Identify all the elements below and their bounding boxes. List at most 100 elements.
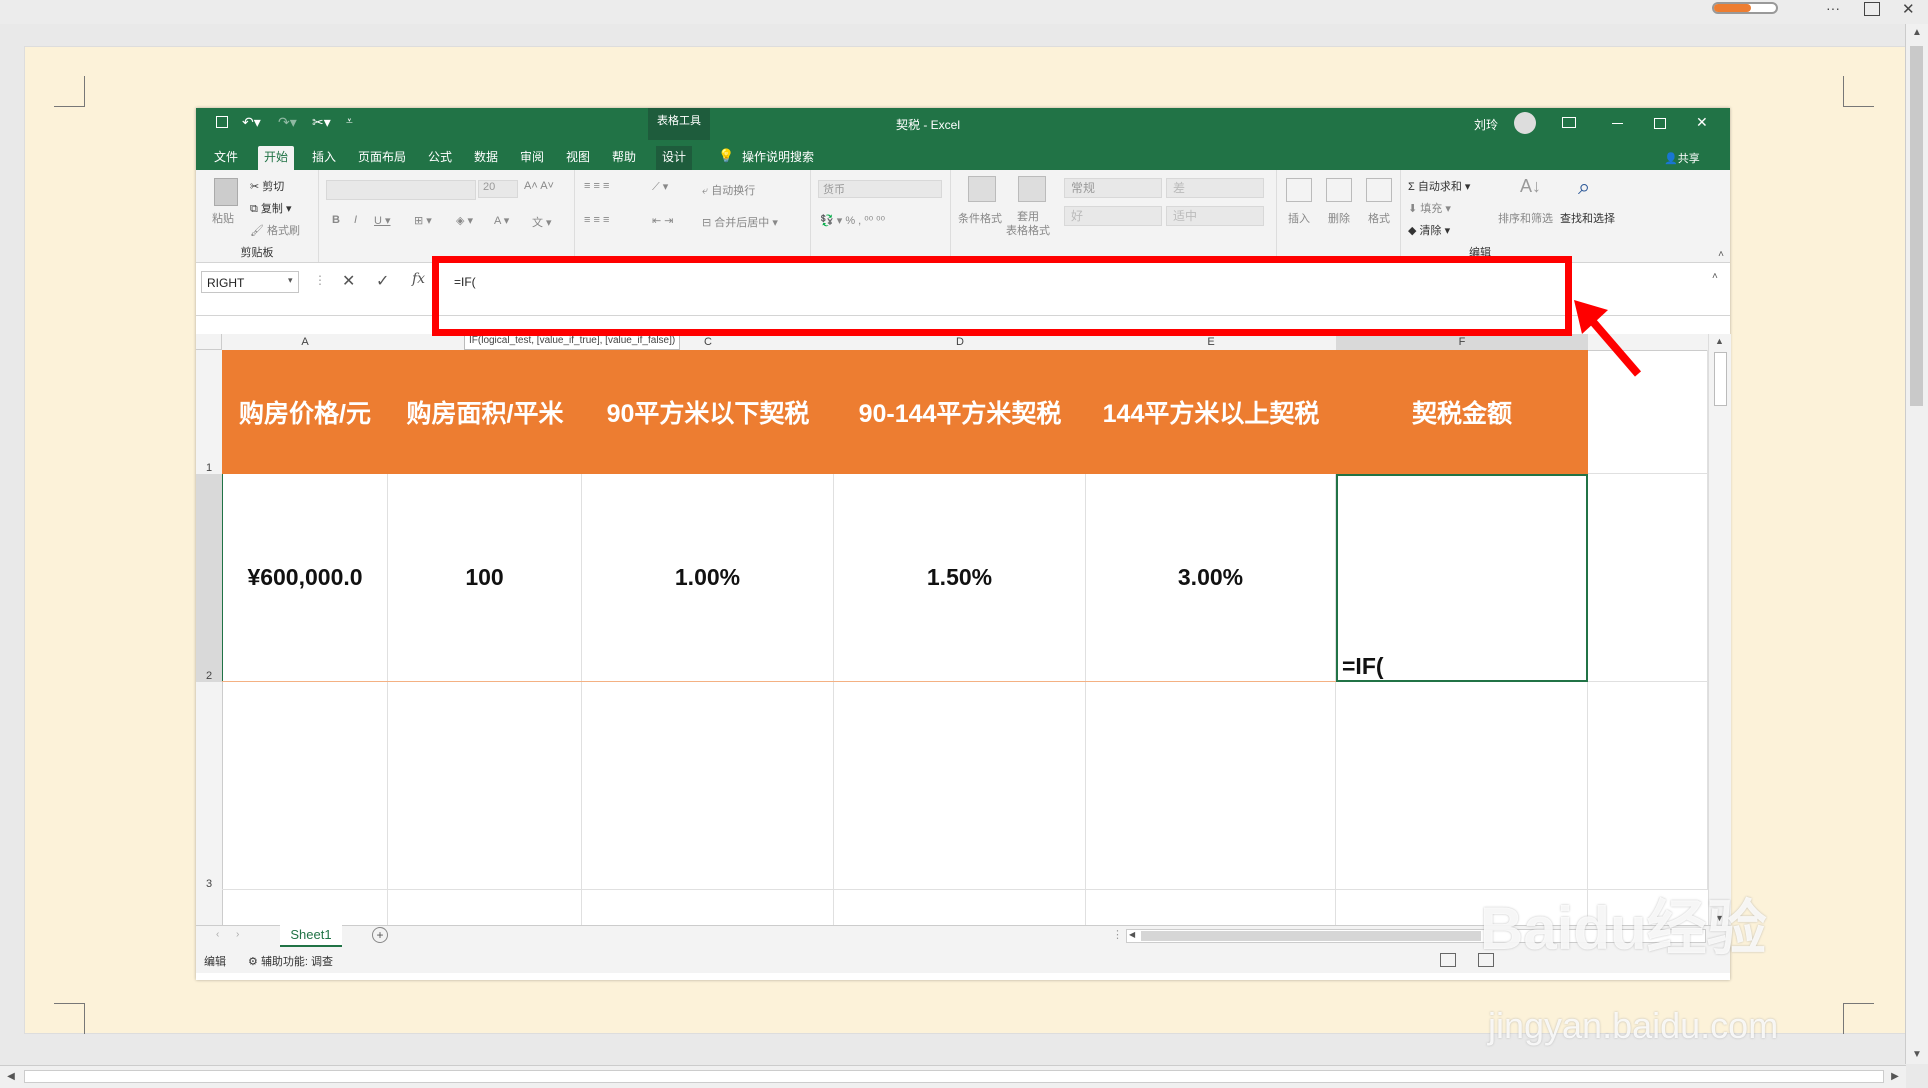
sheet-scroll-thumb[interactable]: [1714, 352, 1727, 406]
minimize-icon[interactable]: [1612, 123, 1623, 124]
wrap-text-button[interactable]: ⤶ 自动换行: [702, 182, 755, 198]
add-sheet-icon[interactable]: +: [372, 927, 388, 943]
find-select-button[interactable]: 查找和选择: [1560, 210, 1615, 226]
header-cell-price[interactable]: 购房价格/元: [222, 350, 388, 474]
tab-data[interactable]: 数据: [468, 146, 504, 170]
accessibility-status[interactable]: ⚙ 辅助功能: 调查: [248, 953, 333, 969]
empty-cell[interactable]: [1588, 474, 1708, 682]
empty-cell[interactable]: [834, 890, 1086, 925]
tab-home[interactable]: 开始: [258, 146, 295, 170]
h-scroll-thumb[interactable]: [1141, 931, 1481, 941]
scissors-icon[interactable]: ✂▾: [312, 114, 331, 131]
underline-icon[interactable]: U ▾: [374, 214, 391, 227]
tell-me-search[interactable]: 操作说明搜索: [736, 146, 820, 170]
active-cell-f2[interactable]: =IF(: [1336, 474, 1588, 682]
tab-formulas[interactable]: 公式: [422, 146, 458, 170]
empty-cell[interactable]: [222, 682, 388, 890]
row-header-4[interactable]: [196, 890, 223, 925]
sheet-scroll-up-icon[interactable]: ▲: [1715, 336, 1724, 346]
style-normal[interactable]: 常规: [1064, 178, 1162, 198]
viewer-vertical-scrollbar[interactable]: ▲ ▼: [1905, 24, 1928, 1064]
redo-icon[interactable]: ↷▾: [278, 114, 297, 131]
name-box-dropdown-icon[interactable]: ▾: [288, 275, 293, 286]
font-color-icon[interactable]: A ▾: [494, 214, 509, 227]
normal-view-icon[interactable]: [1440, 953, 1456, 967]
font-name-box[interactable]: [326, 180, 476, 200]
empty-cell[interactable]: [1588, 682, 1708, 890]
format-cells-icon[interactable]: [1366, 178, 1392, 202]
undo-icon[interactable]: ↶▾: [242, 114, 261, 131]
format-cells-button[interactable]: 格式: [1368, 210, 1390, 226]
table-format-icon[interactable]: [1018, 176, 1046, 202]
value-cell-price[interactable]: ¥600,000.0: [222, 474, 388, 682]
currency-icon[interactable]: 💱 ▾ % , ⁰⁰ ⁰⁰: [820, 214, 885, 227]
expand-formula-icon[interactable]: ˄: [1712, 271, 1718, 282]
tab-view[interactable]: 视图: [560, 146, 596, 170]
phonetic-icon[interactable]: 文 ▾: [532, 214, 552, 230]
empty-cell[interactable]: [1086, 890, 1336, 925]
header-cell-rate-above-144[interactable]: 144平方米以上契税: [1086, 350, 1336, 474]
value-cell-rate-90-144[interactable]: 1.50%: [834, 474, 1086, 682]
align-left-icon[interactable]: ≡ ≡ ≡: [584, 214, 609, 226]
scroll-up-icon[interactable]: ▲: [1908, 24, 1926, 42]
restore-icon[interactable]: [1654, 118, 1666, 129]
save-icon[interactable]: [216, 116, 228, 128]
close-window-icon[interactable]: ✕: [1696, 114, 1708, 131]
paste-button[interactable]: 粘贴: [212, 210, 234, 226]
scroll-thumb[interactable]: [24, 1070, 1884, 1083]
cancel-icon[interactable]: ✕: [342, 271, 355, 291]
tab-file[interactable]: 文件: [208, 146, 244, 170]
empty-cell[interactable]: [582, 682, 834, 890]
sheet-tab-sheet1[interactable]: Sheet1: [280, 925, 342, 947]
avatar[interactable]: [1514, 112, 1536, 134]
italic-icon[interactable]: I: [354, 214, 357, 226]
sheet-vertical-scrollbar[interactable]: ▲ ▼: [1708, 334, 1731, 925]
tab-help[interactable]: 帮助: [606, 146, 642, 170]
fill-color-icon[interactable]: ◈ ▾: [456, 214, 473, 227]
row-header-2[interactable]: 2: [196, 474, 223, 682]
sheet-nav-prev-icon[interactable]: ‹: [216, 929, 219, 940]
copy-button[interactable]: ⧉ 复制 ▾: [250, 200, 292, 216]
border-icon[interactable]: ⊞ ▾: [414, 214, 432, 227]
delete-cells-icon[interactable]: [1326, 178, 1352, 202]
empty-cell[interactable]: [1086, 682, 1336, 890]
format-painter-button[interactable]: 🖌 格式刷: [250, 222, 300, 238]
empty-cell[interactable]: [222, 890, 388, 925]
empty-cell[interactable]: [582, 890, 834, 925]
style-good[interactable]: 好: [1064, 206, 1162, 226]
sheet-nav-next-icon[interactable]: ›: [236, 929, 239, 940]
merge-center-button[interactable]: ⊟ 合并后居中 ▾: [702, 214, 778, 230]
window-restore-icon[interactable]: [1864, 2, 1880, 16]
column-header-a[interactable]: A: [222, 334, 388, 351]
font-size-box[interactable]: 20: [478, 180, 518, 198]
tab-insert[interactable]: 插入: [306, 146, 342, 170]
value-cell-rate-below-90[interactable]: 1.00%: [582, 474, 834, 682]
align-top-icon[interactable]: ≡ ≡ ≡: [584, 180, 609, 192]
ribbon-display-icon[interactable]: [1562, 117, 1576, 128]
more-icon[interactable]: ···: [1826, 0, 1840, 16]
value-cell-area[interactable]: 100: [388, 474, 582, 682]
empty-cell[interactable]: [388, 890, 582, 925]
share-button[interactable]: 👤共享: [1664, 150, 1700, 166]
empty-cell[interactable]: [388, 682, 582, 890]
tab-review[interactable]: 审阅: [514, 146, 550, 170]
tab-design[interactable]: 设计: [656, 146, 693, 170]
bold-icon[interactable]: B: [332, 214, 340, 226]
sort-filter-button[interactable]: 排序和筛选: [1498, 210, 1553, 226]
name-box[interactable]: RIGHT: [201, 271, 299, 293]
user-name[interactable]: 刘玲: [1474, 116, 1498, 133]
magnifier-icon[interactable]: ⌕: [1578, 174, 1590, 200]
cut-button[interactable]: ✂ 剪切: [250, 178, 284, 194]
header-cell-tax-amount[interactable]: 契税金额: [1336, 350, 1588, 474]
style-bad[interactable]: 差: [1166, 178, 1264, 198]
row-header-3[interactable]: 3: [196, 682, 223, 890]
scroll-right-icon[interactable]: ▶: [1886, 1068, 1904, 1086]
style-neutral[interactable]: 适中: [1166, 206, 1264, 226]
enter-icon[interactable]: ✓: [376, 271, 389, 291]
header-cell-rate-below-90[interactable]: 90平方米以下契税: [582, 350, 834, 474]
select-all-corner[interactable]: [196, 334, 222, 350]
customize-qat-icon[interactable]: ⩡: [346, 114, 353, 129]
column-header-d[interactable]: D: [834, 334, 1086, 351]
scroll-left-small-icon[interactable]: ◀: [1129, 930, 1135, 939]
autosum-button[interactable]: Σ 自动求和 ▾: [1408, 178, 1470, 194]
